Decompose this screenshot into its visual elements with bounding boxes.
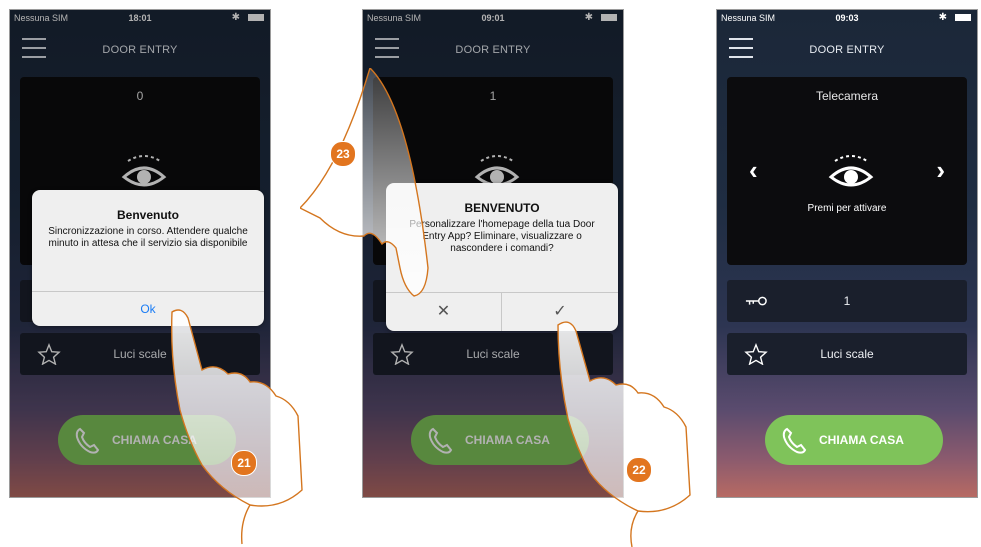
step-badge: 22 bbox=[626, 457, 652, 483]
battery-icon bbox=[955, 14, 971, 21]
page-title: DOOR ENTRY bbox=[809, 44, 885, 56]
camera-label: Telecamera bbox=[815, 89, 879, 103]
app-header: DOOR ENTRY bbox=[717, 26, 977, 71]
phone-icon bbox=[782, 427, 807, 454]
bluetooth-icon: ✱ bbox=[938, 12, 947, 23]
camera-hint: Premi per attivare bbox=[807, 203, 887, 214]
step-badge: 23 bbox=[330, 141, 356, 167]
step-badge: 21 bbox=[231, 450, 257, 476]
hand-illustration bbox=[557, 321, 691, 547]
camera-panel[interactable]: Telecamera ‹ › Premi per attivare bbox=[727, 77, 967, 265]
hand-illustration bbox=[300, 68, 429, 297]
call-home-button[interactable]: CHIAMA CASA bbox=[765, 415, 943, 465]
dialog-title: Benvenuto bbox=[116, 208, 179, 222]
lights-row[interactable]: Luci scale bbox=[727, 333, 967, 375]
row-label: Luci scale bbox=[820, 347, 874, 361]
door-lock-row[interactable]: 1 bbox=[727, 280, 967, 322]
call-home-label: CHIAMA CASA bbox=[819, 433, 904, 447]
eye-icon[interactable] bbox=[827, 149, 875, 193]
hand-illustration bbox=[170, 309, 303, 545]
phone-screen-3: Nessuna SIM 09:03 ✱ DOOR ENTRY Telecamer… bbox=[716, 9, 978, 498]
chevron-left-icon[interactable]: ‹ bbox=[749, 157, 758, 183]
dialog-message: Sincronizzazione in corso. Attendere qua… bbox=[48, 226, 248, 249]
chevron-right-icon[interactable]: › bbox=[936, 157, 945, 183]
row-label: 1 bbox=[843, 294, 851, 308]
status-bar: Nessuna SIM 09:03 ✱ bbox=[717, 10, 977, 26]
